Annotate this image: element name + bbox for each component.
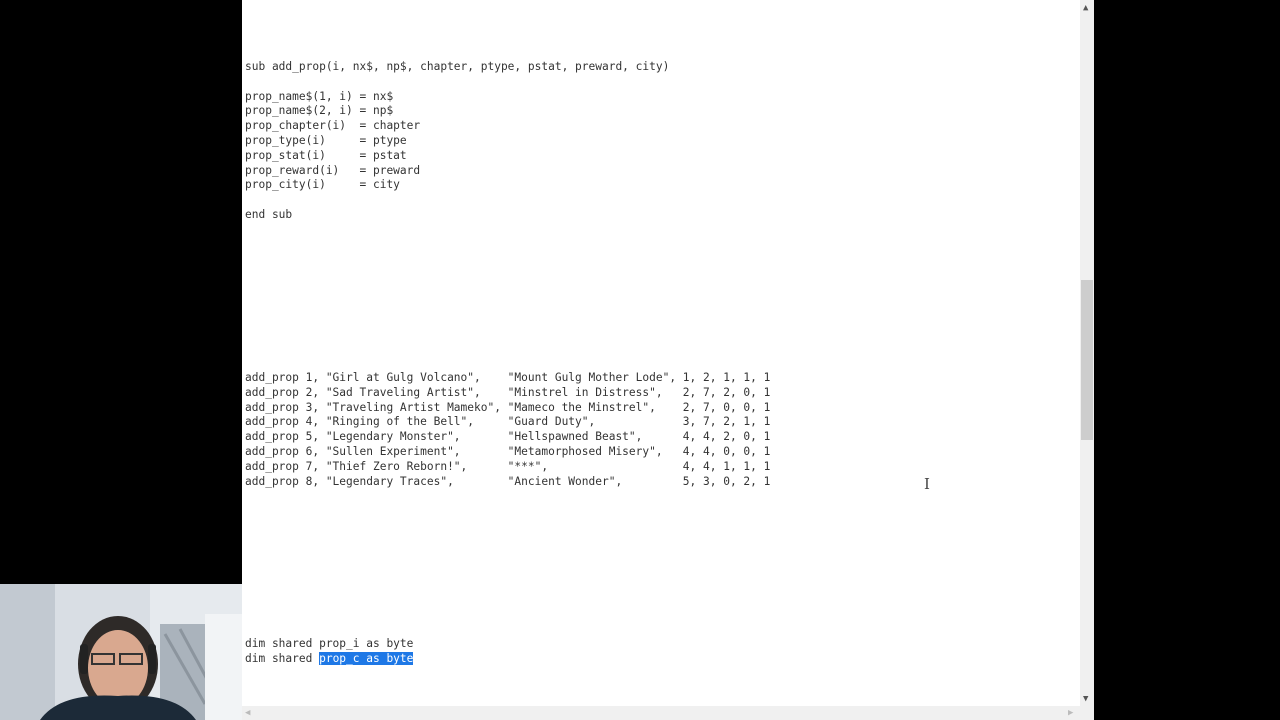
webcam-overlay (0, 584, 242, 720)
dim-statements-block[interactable]: dim shared prop_i as byte dim shared pro… (245, 637, 414, 667)
code-line[interactable]: prop_reward(i) = preward (245, 164, 420, 177)
code-line[interactable]: add_prop 1, "Girl at Gulg Volcano", "Mou… (245, 371, 770, 384)
selected-text[interactable]: prop_c as byte (319, 651, 414, 665)
horizontal-scrollbar[interactable] (242, 706, 1094, 720)
scroll-up-arrow-icon[interactable]: ▲ (1083, 3, 1088, 13)
code-line[interactable]: prop_name$(1, i) = nx$ (245, 90, 393, 103)
vertical-scrollbar-thumb[interactable] (1081, 280, 1093, 440)
code-line[interactable]: end sub (245, 208, 292, 221)
code-editor[interactable]: sub add_prop(i, nx$, np$, chapter, ptype… (242, 0, 1080, 706)
add-prop-calls-block[interactable]: add_prop 1, "Girl at Gulg Volcano", "Mou… (245, 371, 770, 489)
scroll-left-arrow-icon[interactable]: ◀ (245, 708, 250, 718)
webcam-video-image (0, 584, 242, 720)
dim-line-prefix: dim shared (245, 651, 320, 665)
code-line[interactable]: sub add_prop(i, nx$, np$, chapter, ptype… (245, 60, 669, 73)
code-line[interactable]: add_prop 6, "Sullen Experiment", "Metamo… (245, 445, 770, 458)
code-line[interactable]: add_prop 8, "Legendary Traces", "Ancient… (245, 475, 770, 488)
dim-line-prop-c[interactable]: dim shared prop_c as byte (245, 651, 414, 665)
code-line[interactable]: prop_stat(i) = pstat (245, 149, 407, 162)
code-line[interactable]: add_prop 3, "Traveling Artist Mameko", "… (245, 401, 770, 414)
code-line[interactable]: prop_name$(2, i) = np$ (245, 104, 393, 117)
code-line[interactable]: add_prop 4, "Ringing of the Bell", "Guar… (245, 415, 770, 428)
code-line[interactable]: add_prop 7, "Thief Zero Reborn!", "***",… (245, 460, 770, 473)
sub-definition-block[interactable]: sub add_prop(i, nx$, np$, chapter, ptype… (245, 60, 669, 223)
code-line[interactable]: add_prop 2, "Sad Traveling Artist", "Min… (245, 386, 770, 399)
code-line[interactable]: add_prop 5, "Legendary Monster", "Hellsp… (245, 430, 770, 443)
code-line[interactable]: prop_type(i) = ptype (245, 134, 407, 147)
scroll-right-arrow-icon[interactable]: ▶ (1068, 708, 1073, 718)
i-beam-cursor-icon: I (924, 475, 930, 493)
code-line[interactable]: prop_city(i) = city (245, 178, 400, 191)
code-line[interactable]: prop_chapter(i) = chapter (245, 119, 420, 132)
scroll-down-arrow-icon[interactable]: ▼ (1083, 694, 1088, 704)
dim-line-prop-i[interactable]: dim shared prop_i as byte (245, 637, 413, 650)
